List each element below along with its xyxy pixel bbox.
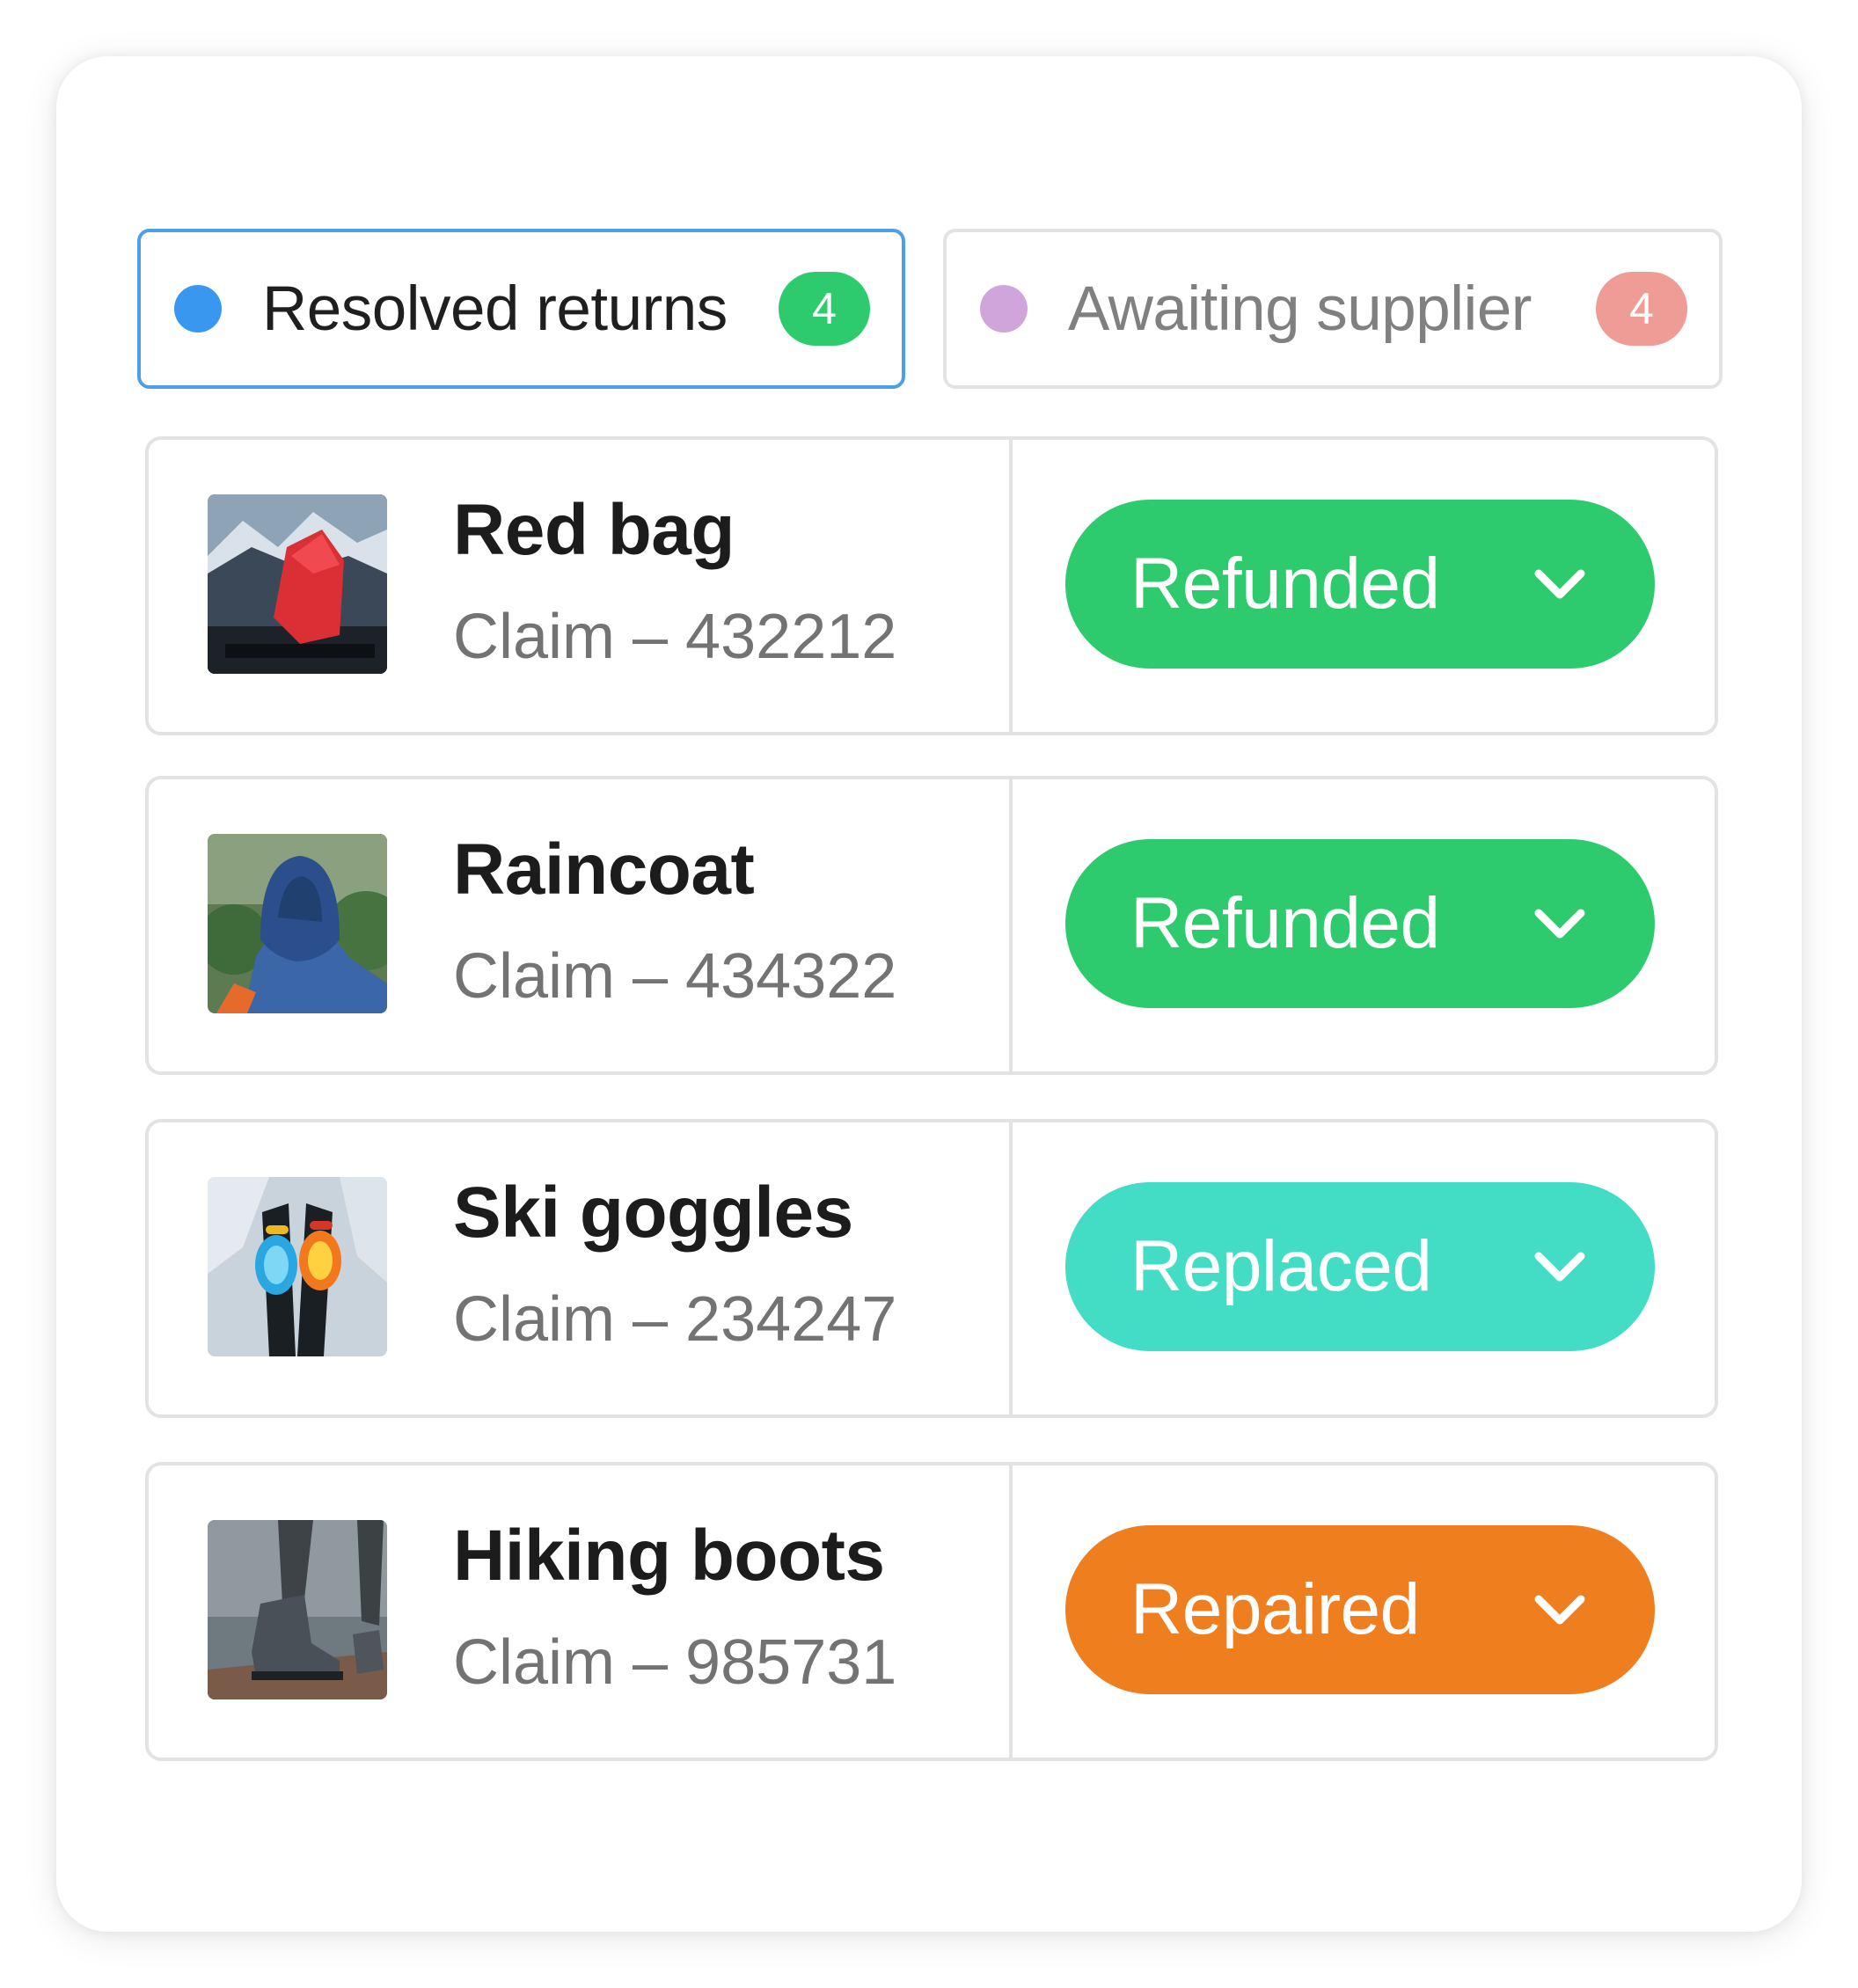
- status-dropdown[interactable]: Refunded: [1065, 500, 1655, 669]
- tab-label: Awaiting supplier: [1068, 274, 1532, 344]
- tab-label: Resolved returns: [262, 274, 728, 344]
- claim-number: Claim – 432212: [453, 602, 897, 672]
- status-label: Refunded: [1130, 883, 1440, 963]
- status-dropdown[interactable]: Refunded: [1065, 839, 1655, 1008]
- divider: [1009, 1122, 1013, 1414]
- item-name: Ski goggles: [453, 1173, 853, 1253]
- list-item: Hiking boots Claim – 985731 Repaired: [145, 1462, 1718, 1761]
- raincoat-photo: [208, 834, 387, 1013]
- chevron-down-icon: [1534, 1252, 1585, 1282]
- chevron-down-icon: [1534, 569, 1585, 599]
- chevron-down-icon: [1534, 909, 1585, 939]
- status-dot-icon: [174, 285, 222, 333]
- divider: [1009, 440, 1013, 732]
- red-bag-photo: [208, 494, 387, 674]
- hiking-boots-photo: [208, 1520, 387, 1699]
- status-label: Refunded: [1130, 544, 1440, 624]
- claim-number: Claim – 985731: [453, 1627, 897, 1698]
- count-badge: 4: [779, 272, 870, 346]
- item-name: Raincoat: [453, 830, 755, 910]
- claim-number: Claim – 434322: [453, 941, 897, 1012]
- tab-resolved-returns[interactable]: Resolved returns 4: [137, 229, 905, 389]
- claim-number: Claim – 234247: [453, 1284, 897, 1355]
- list-item: Red bag Claim – 432212 Refunded: [145, 436, 1718, 735]
- chevron-down-icon: [1534, 1595, 1585, 1625]
- item-name: Red bag: [453, 490, 735, 570]
- status-label: Repaired: [1130, 1569, 1420, 1649]
- status-label: Replaced: [1130, 1226, 1432, 1306]
- list-item: Ski goggles Claim – 234247 Replaced: [145, 1119, 1718, 1418]
- item-name: Hiking boots: [453, 1516, 885, 1596]
- divider: [1009, 1465, 1013, 1758]
- count-badge: 4: [1596, 272, 1687, 346]
- status-dropdown[interactable]: Replaced: [1065, 1182, 1655, 1351]
- status-dropdown[interactable]: Repaired: [1065, 1525, 1655, 1694]
- status-dot-icon: [980, 285, 1028, 333]
- ski-goggles-photo: [208, 1177, 387, 1356]
- returns-card: Resolved returns 4 Awaiting supplier 4 R…: [56, 56, 1802, 1932]
- divider: [1009, 779, 1013, 1071]
- list-item: Raincoat Claim – 434322 Refunded: [145, 776, 1718, 1075]
- tab-awaiting-supplier[interactable]: Awaiting supplier 4: [943, 229, 1723, 389]
